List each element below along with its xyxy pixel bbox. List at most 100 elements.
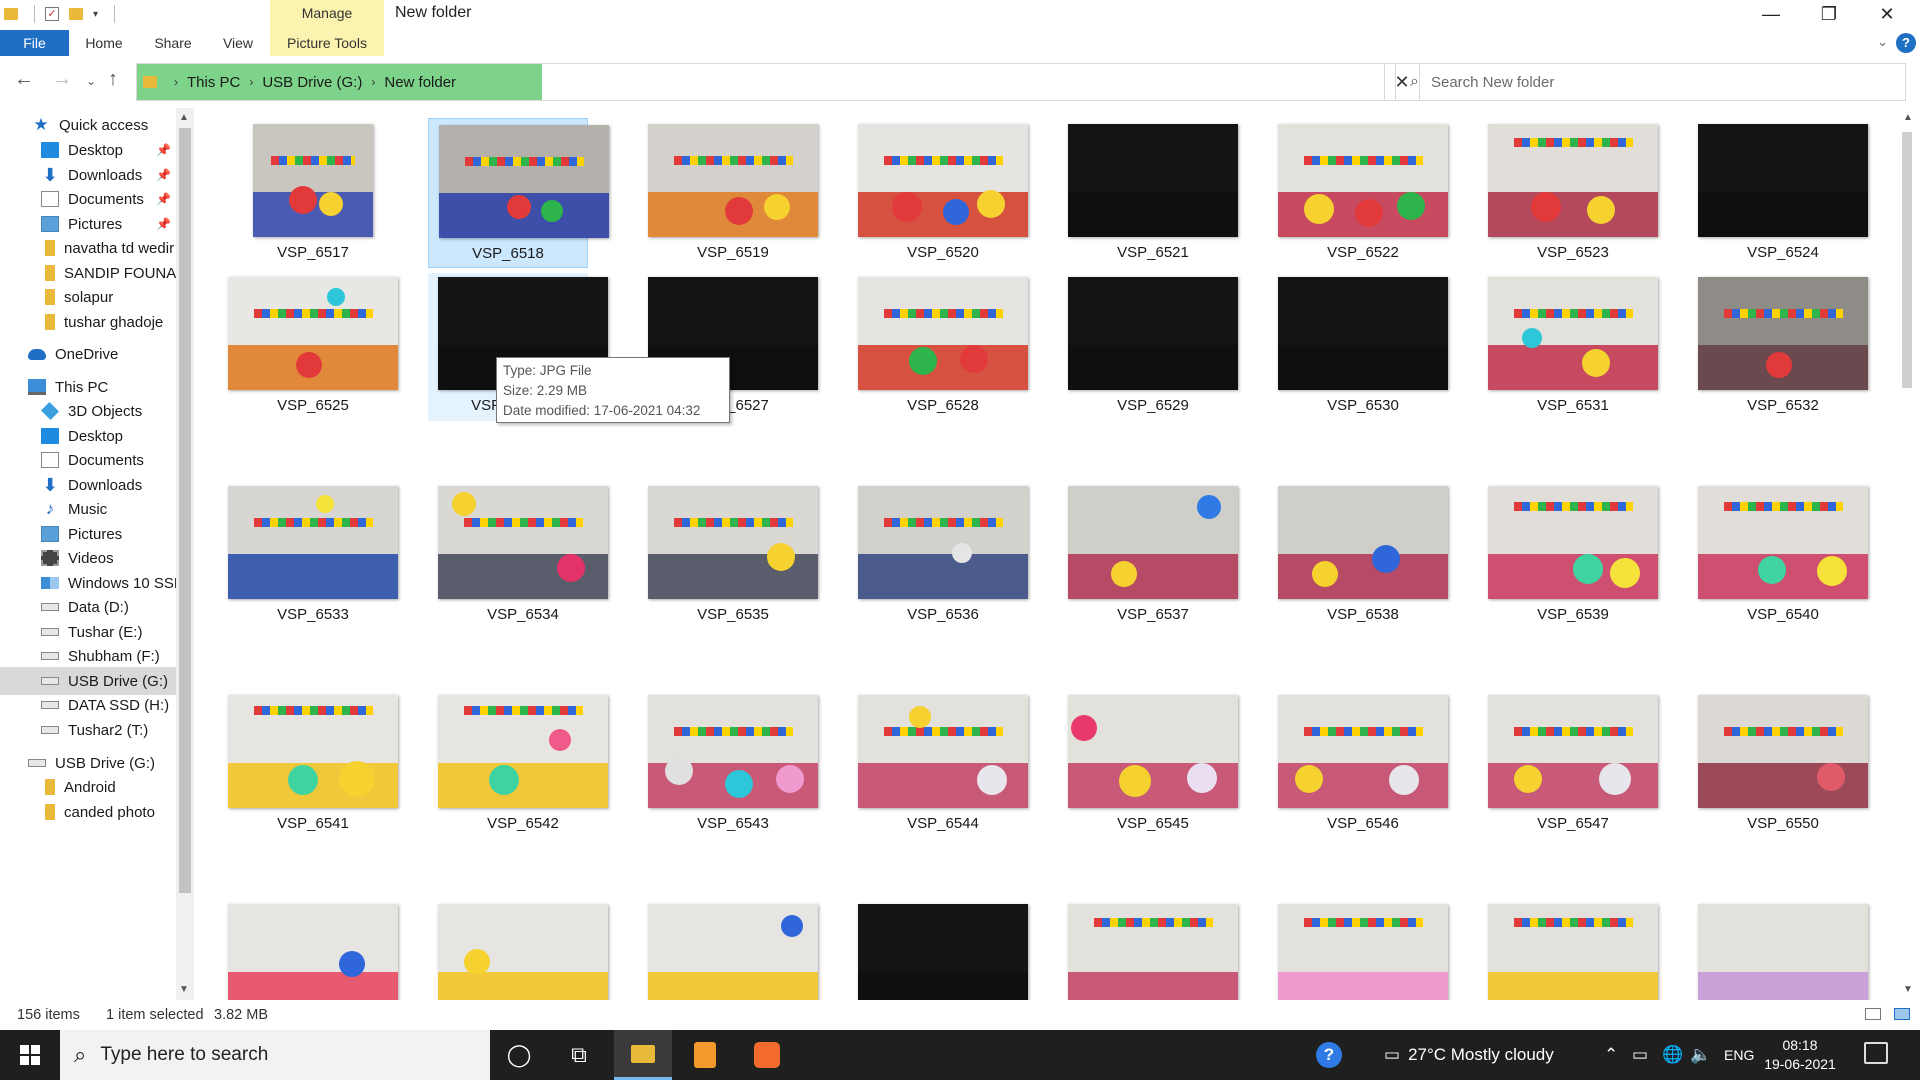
nav-desktop-pinned[interactable]: Desktop 📌	[0, 136, 176, 164]
tab-view[interactable]: View	[214, 30, 262, 56]
tab-home[interactable]: Home	[78, 30, 130, 56]
large-icons-view-icon[interactable]	[1894, 1008, 1910, 1020]
file-tile[interactable]	[438, 900, 608, 1000]
scroll-up-icon[interactable]: ▲	[1903, 112, 1913, 123]
nav-folder-tushar[interactable]: tushar ghadoje	[0, 308, 176, 336]
file-tile[interactable]: VSP_6536	[858, 482, 1028, 630]
file-tile[interactable]: VSP_6543	[648, 691, 818, 839]
network-icon[interactable]: 🌐	[1662, 1030, 1683, 1080]
file-tile[interactable]	[858, 900, 1028, 1000]
file-tile[interactable]: VSP_6538	[1278, 482, 1448, 630]
file-tile[interactable]: VSP_6521	[1068, 120, 1238, 268]
task-view-icon[interactable]: ⧉	[550, 1030, 608, 1080]
file-tile[interactable]	[1698, 900, 1868, 1000]
breadcrumb-usb-drive[interactable]: USB Drive (G:)	[262, 74, 362, 91]
nav-music[interactable]: ♪ Music	[0, 495, 176, 523]
file-tile[interactable]	[1278, 900, 1448, 1000]
tab-picture-tools[interactable]: Picture Tools	[270, 30, 384, 56]
file-tile[interactable]	[1068, 900, 1238, 1000]
file-tile[interactable]: VSP_6547	[1488, 691, 1658, 839]
help-tray-icon[interactable]: ?	[1316, 1030, 1342, 1080]
help-icon[interactable]: ?	[1896, 33, 1916, 53]
tab-file[interactable]: File	[0, 30, 69, 56]
content-scrollbar[interactable]: ▲ ▼	[1896, 108, 1920, 1000]
file-tile[interactable]: VSP_6539	[1488, 482, 1658, 630]
scroll-up-icon[interactable]: ▲	[179, 112, 189, 123]
cortana-icon[interactable]: ◯	[490, 1030, 548, 1080]
nav-scroll-thumb[interactable]	[179, 128, 191, 893]
breadcrumb-this-pc[interactable]: This PC	[187, 74, 240, 91]
taskbar-search-input[interactable]	[100, 1044, 461, 1066]
clock[interactable]: 08:18 19-06-2021	[1750, 1036, 1850, 1074]
file-tile[interactable]: VSP_6524	[1698, 120, 1868, 268]
show-hidden-icons[interactable]: ⌃	[1604, 1030, 1618, 1080]
file-tile[interactable]: VSP_6546	[1278, 691, 1448, 839]
notifications-icon[interactable]	[1864, 1042, 1888, 1064]
nav-documents[interactable]: Documents	[0, 446, 176, 474]
file-tile-selected[interactable]: VSP_6518	[428, 118, 609, 268]
search-input[interactable]	[1430, 73, 1851, 91]
file-tile[interactable]: VSP_6545	[1068, 691, 1238, 839]
content-scroll-thumb[interactable]	[1902, 132, 1912, 388]
sublime-text-icon[interactable]	[676, 1030, 734, 1080]
xampp-icon[interactable]	[738, 1030, 796, 1080]
file-tile[interactable]: VSP_6537	[1068, 482, 1238, 630]
nav-drive-f[interactable]: Shubham (F:)	[0, 642, 176, 670]
battery-icon[interactable]: ▭	[1632, 1030, 1648, 1080]
details-view-icon[interactable]	[1865, 1008, 1881, 1020]
nav-quick-access[interactable]: ★ Quick access	[0, 111, 176, 139]
taskbar-search[interactable]: ⌕	[60, 1030, 490, 1080]
file-tile[interactable]	[648, 900, 818, 1000]
minimize-button[interactable]: —	[1742, 0, 1800, 30]
file-tile[interactable]: VSP_6540	[1698, 482, 1868, 630]
nav-folder-android[interactable]: Android	[0, 773, 176, 801]
nav-videos[interactable]: Videos	[0, 544, 176, 572]
customize-toolbar-icon[interactable]: ▾	[93, 9, 98, 20]
recent-locations-icon[interactable]: ⌄	[86, 74, 96, 88]
file-tile[interactable]: VSP_6531	[1488, 273, 1658, 421]
file-explorer-icon[interactable]	[614, 1030, 672, 1080]
nav-scrollbar[interactable]: ▲ ▼	[176, 108, 194, 1000]
weather-widget[interactable]: ▭ 27°C Mostly cloudy	[1384, 1030, 1554, 1080]
properties-icon[interactable]: ✓	[45, 7, 59, 21]
nav-onedrive[interactable]: OneDrive	[0, 340, 176, 368]
start-button[interactable]	[0, 1030, 60, 1080]
file-tile[interactable]: VSP_6529	[1068, 273, 1238, 421]
chevron-right-icon[interactable]: ›	[249, 75, 253, 89]
file-tile[interactable]: VSP_6522	[1278, 120, 1448, 268]
close-button[interactable]: ✕	[1858, 0, 1916, 30]
file-tile[interactable]: VSP_6523	[1488, 120, 1658, 268]
nav-documents-pinned[interactable]: Documents 📌	[0, 185, 176, 213]
file-tile[interactable]	[1488, 900, 1658, 1000]
scroll-down-icon[interactable]: ▼	[179, 984, 189, 995]
expand-ribbon-icon[interactable]: ⌄	[1877, 34, 1888, 50]
nav-folder-navatha[interactable]: navatha td wedir	[0, 234, 176, 262]
nav-folder-canded-photo[interactable]: canded photo	[0, 798, 176, 826]
nav-drive-h[interactable]: DATA SSD (H:)	[0, 691, 176, 719]
search-box[interactable]: ⌕	[1395, 63, 1906, 101]
breadcrumb-new-folder[interactable]: New folder	[384, 74, 456, 91]
file-tile[interactable]: VSP_6542	[438, 691, 608, 839]
nav-drive-t[interactable]: Tushar2 (T:)	[0, 716, 176, 744]
file-tile[interactable]: VSP_6534	[438, 482, 608, 630]
chevron-right-icon[interactable]: ›	[174, 75, 178, 89]
file-tile[interactable]: VSP_6544	[858, 691, 1028, 839]
file-tile[interactable]: VSP_6519	[648, 120, 818, 268]
file-tile[interactable]: VSP_6525	[228, 273, 398, 421]
file-tile[interactable]: VSP_6530	[1278, 273, 1448, 421]
nav-drive-d[interactable]: Data (D:)	[0, 593, 176, 621]
file-tile[interactable]: VSP_6541	[228, 691, 398, 839]
nav-folder-solapur[interactable]: solapur	[0, 283, 176, 311]
up-icon[interactable]: ↑	[108, 68, 118, 91]
file-tile[interactable]	[228, 900, 398, 1000]
file-tile[interactable]: VSP_6535	[648, 482, 818, 630]
file-tile[interactable]: VSP_6533	[228, 482, 398, 630]
chevron-right-icon[interactable]: ›	[371, 75, 375, 89]
nav-3d-objects[interactable]: 3D Objects	[0, 397, 176, 425]
maximize-button[interactable]: ❐	[1800, 0, 1858, 30]
file-tile[interactable]: VSP_6520	[858, 120, 1028, 268]
file-tile[interactable]: VSP_6517	[228, 120, 398, 268]
scroll-down-icon[interactable]: ▼	[1903, 984, 1913, 995]
new-folder-icon[interactable]	[69, 8, 83, 20]
manage-tab[interactable]: Manage	[270, 0, 384, 30]
